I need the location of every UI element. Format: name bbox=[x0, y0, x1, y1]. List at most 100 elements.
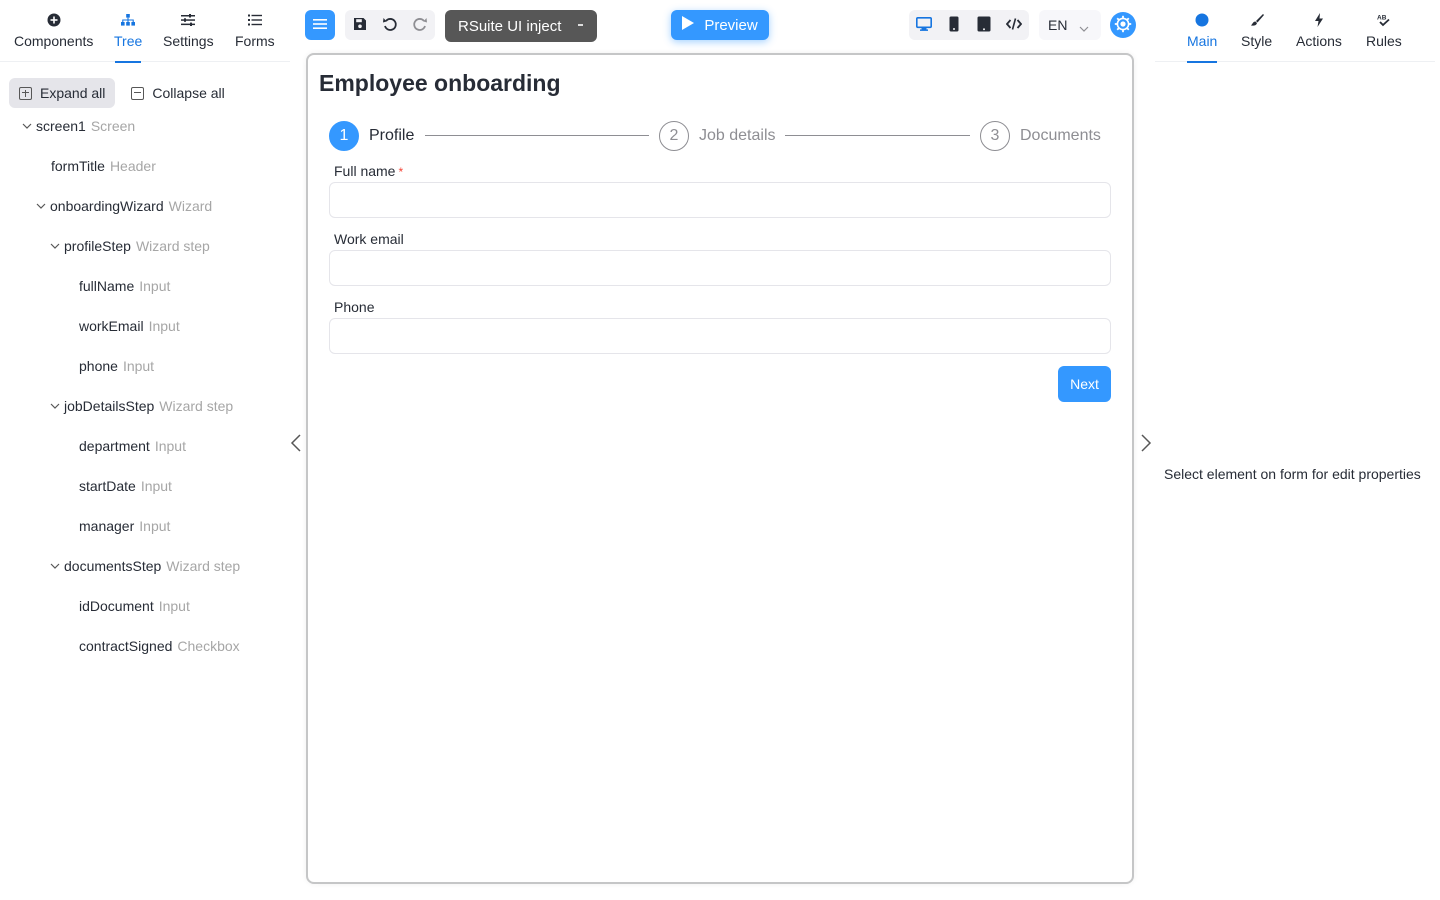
next-button[interactable]: Next bbox=[1058, 366, 1111, 402]
form-selector-value: RSuite UI inject bbox=[458, 17, 562, 35]
tree-node-name: screen1 bbox=[36, 118, 86, 134]
tree-node-contractSigned[interactable]: contractSigned Checkbox bbox=[79, 626, 240, 666]
step-number: 2 bbox=[659, 121, 689, 151]
step-number: 3 bbox=[980, 121, 1010, 151]
circle-icon bbox=[1194, 12, 1210, 28]
tab-label: Forms bbox=[235, 33, 275, 49]
tree-node-profileStep[interactable]: profileStep Wizard step bbox=[48, 226, 210, 266]
tree-node-type: Input bbox=[148, 318, 180, 334]
tree-node-type: Input bbox=[139, 518, 171, 534]
chevron-down-icon[interactable] bbox=[20, 119, 34, 133]
preview-label: Preview bbox=[704, 16, 758, 34]
tree-icon bbox=[120, 12, 136, 28]
collapse-left-panel-button[interactable] bbox=[290, 433, 302, 453]
full-name-input[interactable] bbox=[329, 182, 1111, 218]
tablet-view-button[interactable] bbox=[969, 10, 999, 40]
tree-node-workEmail[interactable]: workEmail Input bbox=[79, 306, 180, 346]
tree-node-idDocument[interactable]: idDocument Input bbox=[79, 586, 190, 626]
form-canvas[interactable]: Employee onboarding 1 Profile 2 Job deta… bbox=[306, 53, 1134, 884]
form-selector[interactable]: RSuite UI inject bbox=[445, 10, 597, 42]
step-title: Job details bbox=[699, 127, 776, 144]
properties-hint: Select element on form for edit properti… bbox=[1164, 466, 1421, 482]
tab-rules[interactable]: AB Rules bbox=[1366, 0, 1402, 62]
phone-input[interactable] bbox=[329, 318, 1111, 354]
tree-node-jobDetailsStep[interactable]: jobDetailsStep Wizard step bbox=[48, 386, 233, 426]
tree-node-documentsStep[interactable]: documentsStep Wizard step bbox=[48, 546, 240, 586]
tab-tree[interactable]: Tree bbox=[114, 0, 142, 62]
form-title[interactable]: Employee onboarding bbox=[319, 70, 561, 97]
tree-node-type: Checkbox bbox=[177, 638, 240, 654]
play-icon bbox=[682, 16, 695, 34]
bolt-icon bbox=[1311, 12, 1327, 28]
tab-components[interactable]: Components bbox=[14, 0, 93, 62]
chevron-down-icon[interactable] bbox=[48, 399, 62, 413]
tree-node-name: documentsStep bbox=[64, 558, 162, 574]
desktop-view-button[interactable] bbox=[909, 10, 939, 40]
tree-node-name: onboardingWizard bbox=[50, 198, 164, 214]
tree-node-manager[interactable]: manager Input bbox=[79, 506, 170, 546]
tree-node-phone[interactable]: phone Input bbox=[79, 346, 154, 386]
code-icon bbox=[1005, 17, 1023, 34]
tab-main[interactable]: Main bbox=[1187, 0, 1217, 62]
tree-node-department[interactable]: department Input bbox=[79, 426, 186, 466]
collapse-right-panel-button[interactable] bbox=[1140, 433, 1152, 453]
tab-forms[interactable]: Forms bbox=[235, 0, 275, 62]
tree-node-type: Wizard step bbox=[166, 558, 241, 574]
tree-node-formTitle[interactable]: formTitle Header bbox=[51, 146, 156, 186]
language-select[interactable]: EN bbox=[1039, 10, 1101, 40]
designer-toolbar: RSuite UI inject Preview EN bbox=[300, 0, 1150, 52]
tab-style[interactable]: Style bbox=[1241, 0, 1272, 62]
gear-icon bbox=[1114, 15, 1132, 36]
tree-node-name: profileStep bbox=[64, 238, 131, 254]
chevron-down-icon[interactable] bbox=[34, 199, 48, 213]
expand-all-label: Expand all bbox=[40, 85, 106, 101]
tab-actions[interactable]: Actions bbox=[1296, 0, 1342, 62]
code-view-button[interactable] bbox=[999, 10, 1029, 40]
tree-node-onboardingWizard[interactable]: onboardingWizard Wizard bbox=[34, 186, 212, 226]
redo-button[interactable] bbox=[405, 10, 435, 40]
tree-node-name: fullName bbox=[79, 278, 135, 294]
tree-node-startDate[interactable]: startDate Input bbox=[79, 466, 172, 506]
chevron-left-icon bbox=[290, 434, 302, 456]
tab-label: Actions bbox=[1296, 33, 1342, 49]
language-value: EN bbox=[1048, 17, 1068, 33]
step-connector bbox=[425, 135, 649, 136]
ab-icon: AB bbox=[1376, 12, 1392, 28]
undo-button[interactable] bbox=[375, 10, 405, 40]
brush-icon bbox=[1249, 12, 1265, 28]
tab-settings[interactable]: Settings bbox=[163, 0, 214, 62]
wizard-step-profile[interactable]: 1 Profile bbox=[329, 120, 414, 152]
tree-node-type: Input bbox=[140, 478, 172, 494]
full-name-label: Full name * bbox=[334, 163, 403, 179]
tree-node-name: startDate bbox=[79, 478, 136, 494]
mobile-view-button[interactable] bbox=[939, 10, 969, 40]
phone-label: Phone bbox=[334, 299, 375, 315]
wizard-step-documents[interactable]: 3 Documents bbox=[980, 120, 1101, 152]
tree-node-screen1[interactable]: screen1 Screen bbox=[20, 106, 135, 146]
tree-node-type: Wizard step bbox=[135, 238, 210, 254]
preview-button[interactable]: Preview bbox=[671, 10, 769, 40]
wizard-step-job-details[interactable]: 2 Job details bbox=[659, 120, 776, 152]
chevron-right-icon bbox=[1140, 434, 1152, 456]
history-group bbox=[345, 10, 435, 40]
plus-circle-icon bbox=[46, 12, 62, 28]
tree-node-type: Wizard step bbox=[159, 398, 234, 414]
tree-node-type: Input bbox=[139, 278, 171, 294]
work-email-input[interactable] bbox=[329, 250, 1111, 286]
collapse-square-icon bbox=[131, 86, 145, 100]
tree-node-name: manager bbox=[79, 518, 135, 534]
collapse-all-button[interactable]: Collapse all bbox=[121, 78, 234, 108]
tab-label: Tree bbox=[114, 33, 143, 49]
chevron-down-icon[interactable] bbox=[48, 239, 62, 253]
undo-icon bbox=[382, 16, 398, 35]
left-tabs: Components Tree Settings Forms bbox=[0, 0, 290, 62]
chevron-down-icon[interactable] bbox=[48, 559, 62, 573]
theme-settings-button[interactable] bbox=[1110, 12, 1136, 38]
tab-label: Rules bbox=[1366, 33, 1402, 49]
tab-label: Settings bbox=[163, 33, 214, 49]
save-button[interactable] bbox=[345, 10, 375, 40]
tree-node-fullName[interactable]: fullName Input bbox=[79, 266, 170, 306]
tree-actions: Expand all Collapse all bbox=[9, 78, 235, 108]
menu-button[interactable] bbox=[305, 10, 335, 40]
expand-all-button[interactable]: Expand all bbox=[9, 78, 116, 108]
